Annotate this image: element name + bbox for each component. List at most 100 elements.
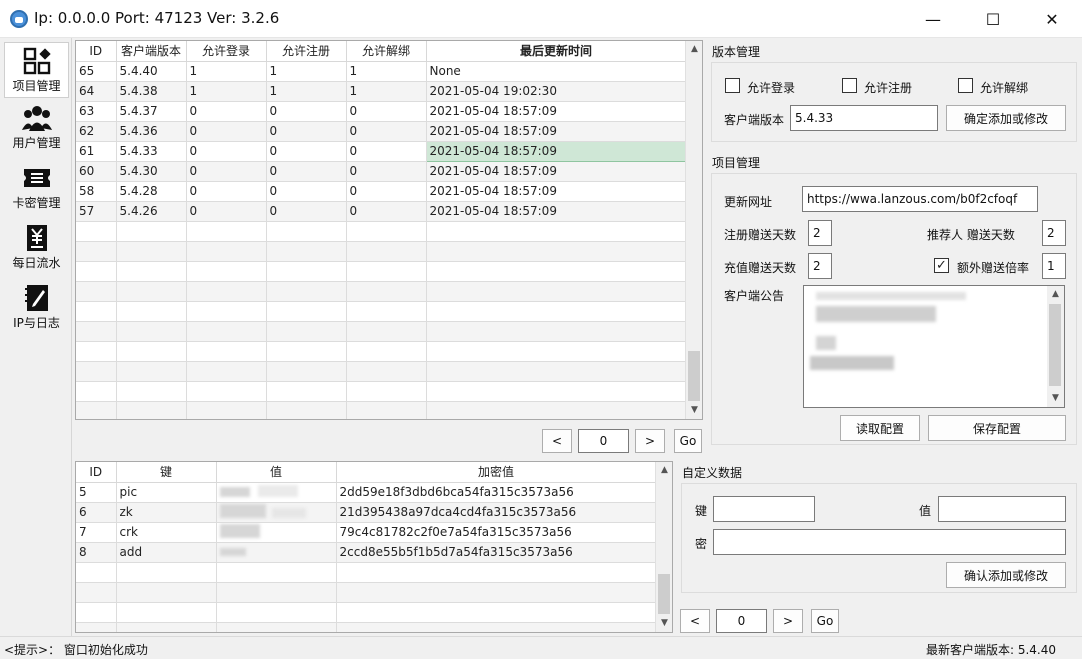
table-cell[interactable]: 0 — [346, 101, 427, 122]
table-cell[interactable]: crk — [116, 522, 217, 543]
register-days-input[interactable]: 2 — [808, 220, 832, 246]
table-cell[interactable]: add — [116, 542, 217, 563]
table-cell[interactable]: 62 — [76, 121, 117, 142]
table-cell[interactable]: 2021-05-04 18:57:09 — [426, 121, 687, 142]
table-row[interactable]: 58 5.4.28 0 0 0 2021-05-04 18:57:09 — [76, 181, 687, 202]
table-cell[interactable]: 5.4.36 — [116, 121, 187, 142]
table-cell[interactable]: 0 — [266, 161, 347, 182]
table-cell[interactable]: 8 — [76, 542, 117, 563]
table-cell[interactable]: 57 — [76, 201, 117, 222]
table-cell[interactable]: 1 — [346, 81, 427, 102]
table-cell[interactable]: 0 — [186, 181, 267, 202]
custom-secret-input[interactable] — [713, 529, 1066, 555]
scroll-thumb[interactable] — [1049, 304, 1061, 386]
column-header[interactable]: 最后更新时间 — [426, 41, 687, 62]
sidebar-item-cards[interactable]: 卡密管理 — [4, 160, 69, 216]
table-cell[interactable]: 1 — [186, 61, 267, 82]
scroll-down-icon[interactable]: ▼ — [686, 402, 702, 419]
table-cell[interactable] — [216, 502, 337, 523]
custom-prev-page-button[interactable]: < — [680, 609, 710, 633]
table-cell[interactable]: 5 — [76, 482, 117, 503]
custom-table-scrollbar[interactable]: ▲ ▼ — [655, 462, 672, 632]
custom-page-input[interactable]: 0 — [716, 609, 767, 633]
column-header[interactable]: 客户端版本 — [116, 41, 187, 62]
table-cell[interactable]: 5.4.28 — [116, 181, 187, 202]
table-cell[interactable]: 0 — [186, 161, 267, 182]
table-row[interactable]: 6 zk 21d395438a97dca4cd4fa315c3573a56 — [76, 502, 657, 523]
table-cell[interactable]: 60 — [76, 161, 117, 182]
table-cell[interactable]: 1 — [266, 61, 347, 82]
table-cell[interactable]: 58 — [76, 181, 117, 202]
table-cell[interactable]: 6 — [76, 502, 117, 523]
table-row[interactable]: 60 5.4.30 0 0 0 2021-05-04 18:57:09 — [76, 161, 687, 182]
version-go-button[interactable]: Go — [674, 429, 702, 453]
update-url-input[interactable]: https://wwa.lanzous.com/b0f2cfoqf — [802, 186, 1038, 212]
table-row[interactable]: 61 5.4.33 0 0 0 2021-05-04 18:57:09 — [76, 140, 687, 162]
scroll-up-icon[interactable]: ▲ — [656, 462, 672, 479]
table-cell[interactable] — [216, 542, 337, 563]
table-cell[interactable]: 0 — [266, 101, 347, 122]
table-cell[interactable]: pic — [116, 482, 217, 503]
table-cell[interactable]: 0 — [186, 101, 267, 122]
version-page-input[interactable]: 0 — [578, 429, 629, 453]
column-header[interactable]: 允许登录 — [186, 41, 267, 62]
extra-multiplier-checkbox[interactable]: ✓ — [934, 258, 949, 273]
column-header[interactable]: 加密值 — [336, 462, 657, 483]
table-cell[interactable]: 2021-05-04 18:57:09 — [426, 161, 687, 182]
scroll-thumb[interactable] — [658, 574, 670, 614]
confirm-custom-button[interactable]: 确认添加或修改 — [946, 562, 1066, 588]
table-row[interactable]: 65 5.4.40 1 1 1 None — [76, 61, 687, 82]
table-cell[interactable] — [216, 482, 337, 503]
close-button[interactable]: ✕ — [1024, 0, 1080, 38]
column-header[interactable]: 键 — [116, 462, 217, 483]
selected-cell[interactable]: 2021-05-04 18:57:09 — [425, 140, 687, 162]
custom-next-page-button[interactable]: > — [773, 609, 803, 633]
scroll-up-icon[interactable]: ▲ — [1047, 286, 1064, 303]
table-cell[interactable]: 65 — [76, 61, 117, 82]
version-table-scrollbar[interactable]: ▲ ▼ — [685, 41, 702, 419]
table-cell[interactable]: 5.4.38 — [116, 81, 187, 102]
table-row[interactable]: 62 5.4.36 0 0 0 2021-05-04 18:57:09 — [76, 121, 687, 142]
table-cell[interactable]: 63 — [76, 101, 117, 122]
table-cell[interactable]: 2ccd8e55b5f1b5d7a54fa315c3573a56 — [336, 542, 657, 563]
read-config-button[interactable]: 读取配置 — [840, 415, 920, 441]
table-row[interactable]: 57 5.4.26 0 0 0 2021-05-04 18:57:09 — [76, 201, 687, 222]
table-cell[interactable]: 2021-05-04 18:57:09 — [426, 181, 687, 202]
table-row[interactable]: 5 pic 2dd59e18f3dbd6bca54fa315c3573a56 — [76, 482, 657, 503]
sidebar-item-project[interactable]: 项目管理 — [4, 42, 69, 98]
sidebar-item-daily-flow[interactable]: 每日流水 — [4, 220, 69, 276]
custom-go-button[interactable]: Go — [811, 609, 839, 633]
extra-multiplier-input[interactable]: 1 — [1042, 253, 1066, 279]
table-cell[interactable] — [216, 522, 337, 543]
table-cell[interactable]: 0 — [346, 121, 427, 142]
scroll-up-icon[interactable]: ▲ — [686, 41, 702, 58]
table-cell[interactable]: 2dd59e18f3dbd6bca54fa315c3573a56 — [336, 482, 657, 503]
table-cell[interactable]: 5.4.40 — [116, 61, 187, 82]
table-cell[interactable]: 0 — [346, 161, 427, 182]
table-cell[interactable]: 0 — [266, 141, 347, 162]
confirm-version-button[interactable]: 确定添加或修改 — [946, 105, 1066, 131]
sidebar-item-ip-logs[interactable]: IP与日志 — [4, 280, 69, 336]
table-cell[interactable]: 2021-05-04 19:02:30 — [426, 81, 687, 102]
table-row[interactable]: 63 5.4.37 0 0 0 2021-05-04 18:57:09 — [76, 101, 687, 122]
column-header[interactable]: 允许注册 — [266, 41, 347, 62]
table-cell[interactable]: 1 — [186, 81, 267, 102]
notice-scrollbar[interactable]: ▲ ▼ — [1047, 286, 1064, 407]
scroll-down-icon[interactable]: ▼ — [656, 615, 672, 632]
table-cell[interactable]: 21d395438a97dca4cd4fa315c3573a56 — [336, 502, 657, 523]
minimize-button[interactable]: — — [905, 0, 961, 38]
table-cell[interactable]: 0 — [346, 201, 427, 222]
table-cell[interactable]: 0 — [186, 201, 267, 222]
custom-key-input[interactable] — [713, 496, 815, 522]
table-cell[interactable]: 5.4.26 — [116, 201, 187, 222]
table-cell[interactable]: 0 — [266, 121, 347, 142]
scroll-thumb[interactable] — [688, 351, 700, 401]
version-prev-page-button[interactable]: < — [542, 429, 572, 453]
custom-value-input[interactable] — [938, 496, 1066, 522]
table-cell[interactable]: 0 — [346, 141, 427, 162]
table-cell[interactable]: 0 — [186, 121, 267, 142]
allow-login-checkbox[interactable] — [725, 78, 740, 93]
table-cell[interactable]: 0 — [346, 181, 427, 202]
sidebar-item-users[interactable]: 用户管理 — [4, 100, 69, 156]
save-config-button[interactable]: 保存配置 — [928, 415, 1066, 441]
